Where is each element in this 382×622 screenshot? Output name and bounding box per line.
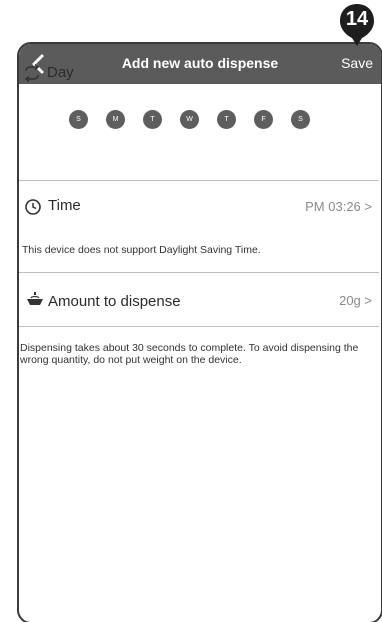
day-toggle-monday[interactable]: M bbox=[106, 110, 125, 129]
day-toggle-thursday[interactable]: T bbox=[217, 110, 236, 129]
day-toggle-tuesday[interactable]: T bbox=[143, 110, 162, 129]
day-toggle-friday[interactable]: F bbox=[254, 110, 273, 129]
divider bbox=[19, 180, 379, 181]
amount-value[interactable]: 20g > bbox=[339, 293, 372, 308]
time-label: Time bbox=[48, 197, 81, 214]
dst-note: This device does not support Daylight Sa… bbox=[22, 244, 261, 256]
clock-icon bbox=[24, 198, 42, 221]
time-value[interactable]: PM 03:26 > bbox=[305, 199, 372, 214]
phone-screen: Add new auto dispense Save bbox=[17, 42, 382, 622]
divider bbox=[19, 326, 379, 327]
divider bbox=[19, 272, 379, 273]
day-label: Day bbox=[47, 64, 74, 81]
step-badge: 14 bbox=[338, 2, 376, 48]
day-toggle-saturday[interactable]: S bbox=[291, 110, 310, 129]
day-selector: S M T W T F S bbox=[69, 110, 310, 129]
amount-label: Amount to dispense bbox=[48, 293, 181, 310]
save-button[interactable]: Save bbox=[341, 55, 373, 71]
repeat-icon bbox=[22, 63, 42, 87]
day-toggle-wednesday[interactable]: W bbox=[180, 110, 199, 129]
dispense-info-note: Dispensing takes about 30 seconds to com… bbox=[20, 342, 359, 366]
step-number: 14 bbox=[345, 8, 369, 30]
bowl-icon bbox=[25, 290, 45, 311]
day-toggle-sunday[interactable]: S bbox=[69, 110, 88, 129]
